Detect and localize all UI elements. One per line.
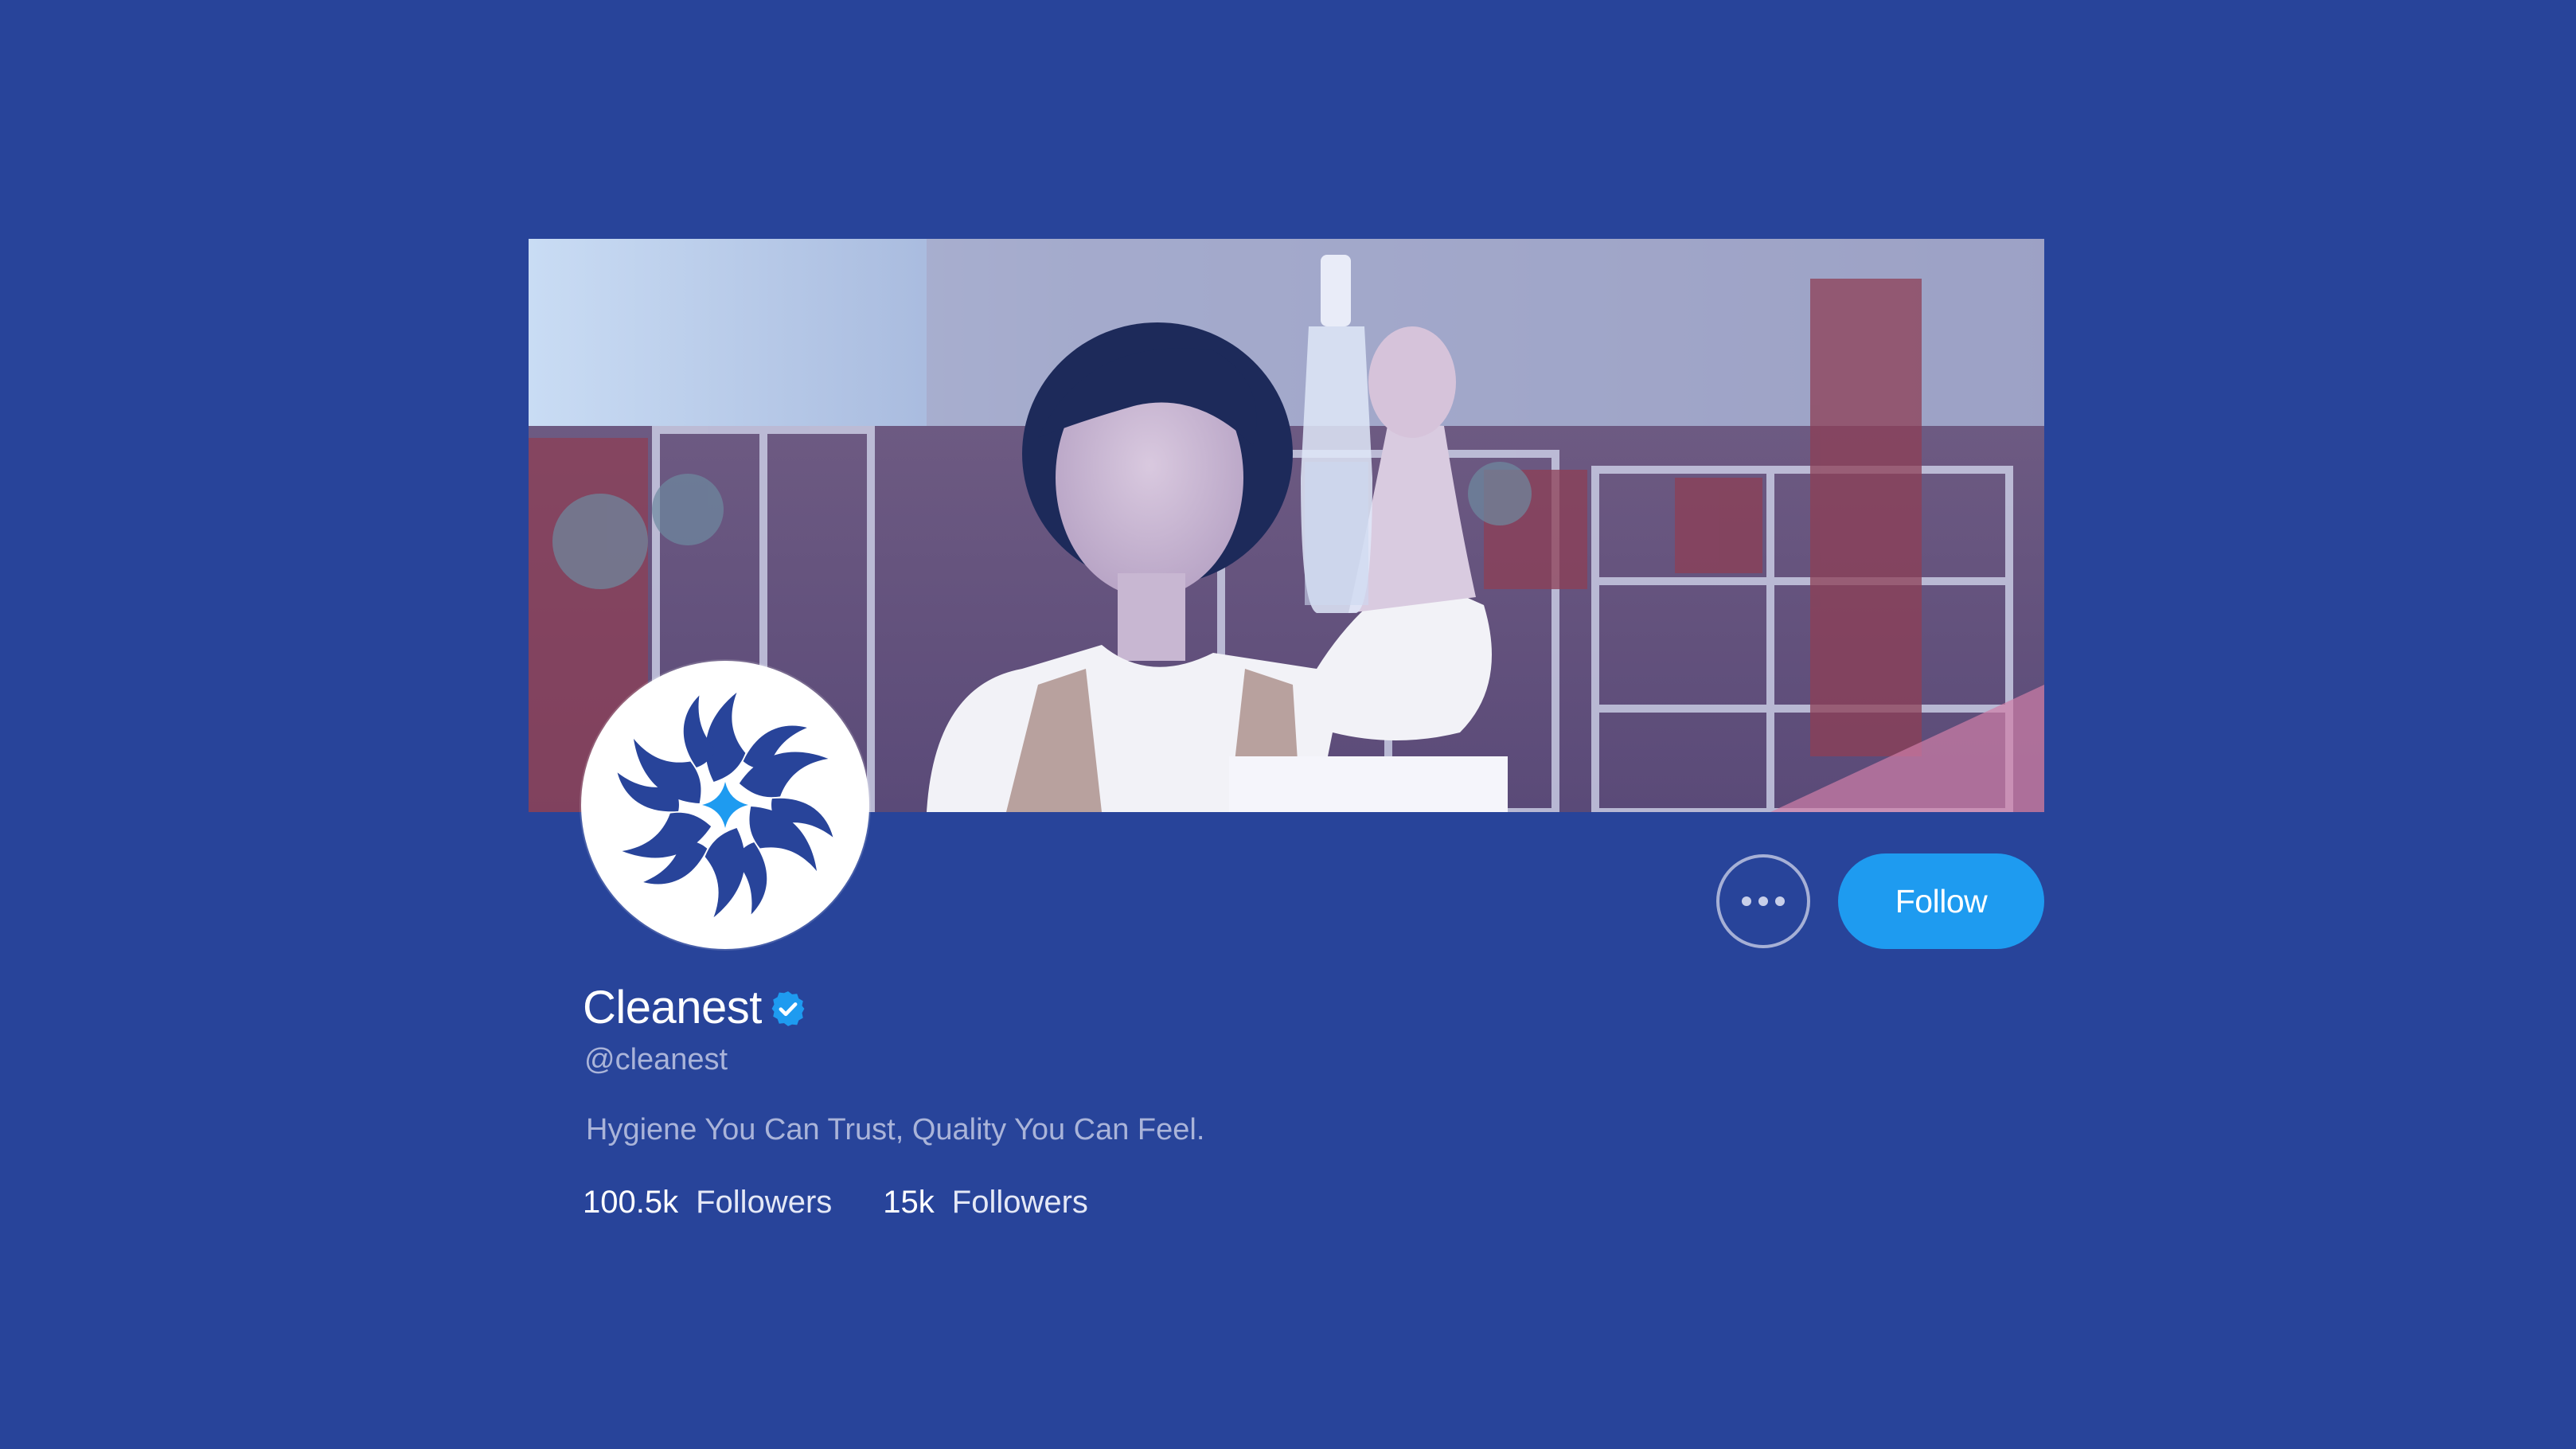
stat-count: 15k [883, 1185, 935, 1220]
display-name: Cleanest [583, 981, 762, 1033]
display-name-row: Cleanest [583, 979, 808, 1035]
cleanest-logo-icon [607, 692, 844, 918]
profile-stats: 100.5k Followers 15k Followers [583, 1185, 1139, 1221]
avatar[interactable] [581, 661, 869, 949]
profile-bio: Hygiene You Can Trust, Quality You Can F… [586, 1113, 1205, 1146]
follow-button[interactable]: Follow [1838, 853, 2044, 949]
stat-followers-secondary[interactable]: 15k Followers [883, 1185, 1088, 1221]
verified-badge-icon [768, 989, 808, 1029]
more-options-button[interactable] [1716, 854, 1810, 948]
stat-label: Followers [951, 1185, 1088, 1220]
stat-count: 100.5k [583, 1185, 679, 1220]
stat-followers-primary[interactable]: 100.5k Followers [583, 1185, 832, 1221]
ellipsis-icon [1742, 896, 1785, 906]
stat-label: Followers [696, 1185, 833, 1220]
profile-handle: @cleanest [584, 1043, 728, 1076]
